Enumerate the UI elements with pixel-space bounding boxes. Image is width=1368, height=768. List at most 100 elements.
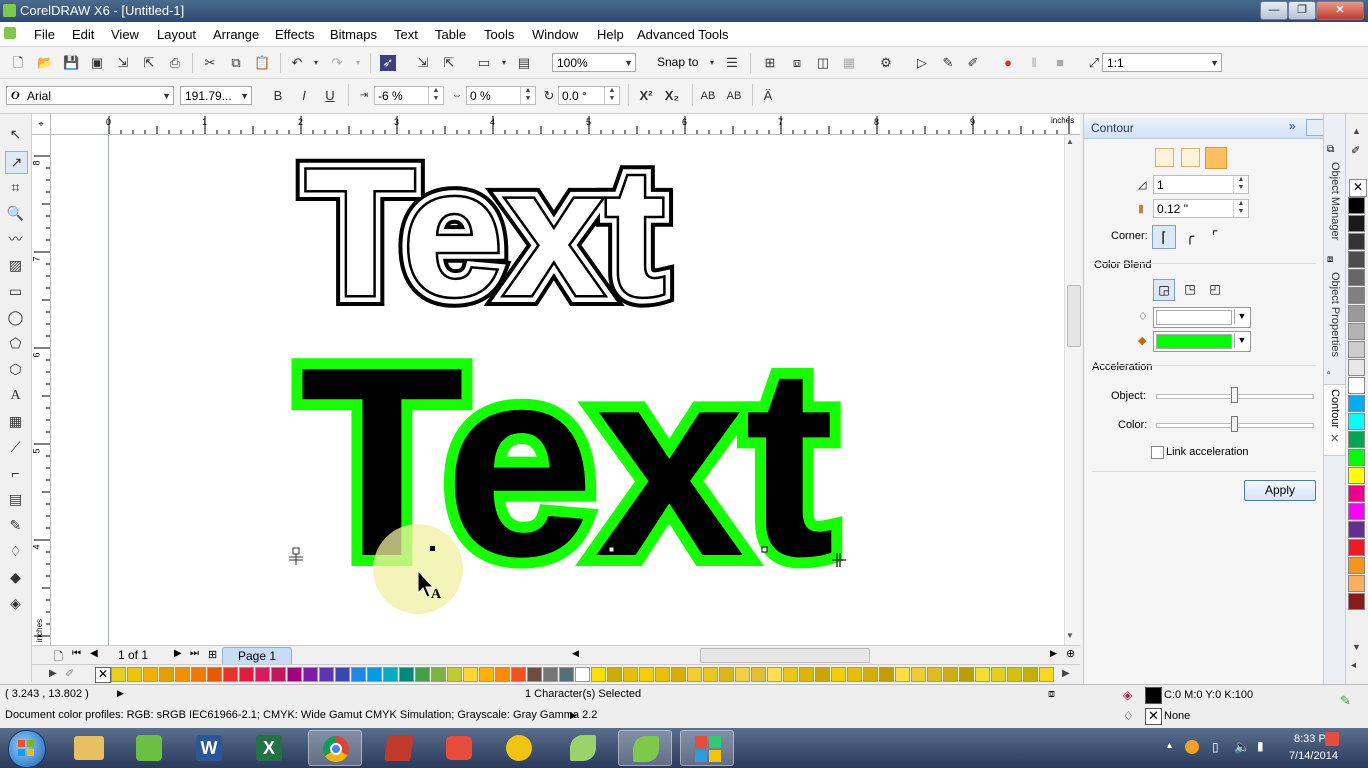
menu-tools[interactable]: Tools xyxy=(484,27,514,42)
first-page-icon[interactable]: ⏮ xyxy=(72,648,81,659)
hpalette-swatch[interactable] xyxy=(367,667,382,682)
color-accel-thumb[interactable] xyxy=(1231,416,1238,432)
tab-close-icon[interactable]: ✕ xyxy=(1330,432,1339,445)
hpalette-swatch[interactable] xyxy=(575,667,590,682)
selection-node-3[interactable] xyxy=(761,546,768,553)
palette-down-icon[interactable]: ▼ xyxy=(1352,642,1361,652)
basic-shapes-icon[interactable]: ⬡ xyxy=(5,359,26,380)
small-caps-icon[interactable]: AB xyxy=(700,88,716,104)
menu-arrange[interactable]: Arrange xyxy=(213,27,259,42)
palette-swatch[interactable] xyxy=(1348,539,1365,556)
stop-macro-icon[interactable]: ■ xyxy=(1052,55,1068,71)
tab-object-properties[interactable]: Object Properties xyxy=(1324,272,1346,362)
table-tool-icon[interactable]: ▦ xyxy=(5,411,26,432)
shape-tool-icon[interactable]: ↗ xyxy=(5,151,28,174)
clock-date[interactable]: 7/14/2014 xyxy=(1289,750,1338,762)
hpalette-swatch[interactable] xyxy=(399,667,414,682)
subscript-icon[interactable]: X₂ xyxy=(664,88,680,104)
pause-macro-icon[interactable]: ‖ xyxy=(1026,55,1042,71)
tab-object-manager[interactable]: Object Manager xyxy=(1324,162,1346,252)
hpalette-swatch[interactable] xyxy=(335,667,350,682)
italic-icon[interactable]: I xyxy=(296,88,312,104)
open-icon[interactable]: 📂 xyxy=(37,55,53,71)
palette-swatch[interactable] xyxy=(1348,395,1365,412)
hpalette-swatch[interactable] xyxy=(175,667,190,682)
scroll-up-icon[interactable]: ▲ xyxy=(1066,137,1074,146)
menu-text[interactable]: Text xyxy=(394,27,418,42)
palette-swatch[interactable] xyxy=(1348,269,1365,286)
menu-table[interactable]: Table xyxy=(435,27,466,42)
font-list-combo[interactable]: Arial ▼ xyxy=(6,86,174,105)
to-center-icon[interactable] xyxy=(1155,148,1174,167)
rectangle-tool-icon[interactable]: ▭ xyxy=(5,281,26,302)
palette-swatch[interactable] xyxy=(1348,233,1365,250)
object-accel-thumb[interactable] xyxy=(1231,387,1238,403)
hpalette-swatch[interactable] xyxy=(687,667,702,682)
export-icon-2[interactable]: ⇱ xyxy=(441,55,457,71)
hpalette-swatch[interactable] xyxy=(207,667,222,682)
round-corner-icon[interactable]: ╭ xyxy=(1179,225,1201,247)
palette-swatch[interactable] xyxy=(1348,287,1365,304)
hpalette-swatch[interactable] xyxy=(591,667,606,682)
hpalette-swatch[interactable] xyxy=(783,667,798,682)
dynamic-guides-icon[interactable]: ⊞ xyxy=(762,55,778,71)
hpalette-swatch[interactable] xyxy=(511,667,526,682)
run-macro-icon[interactable]: ▷ xyxy=(914,55,930,71)
hpalette-swatch[interactable] xyxy=(415,667,430,682)
palette-swatch[interactable] xyxy=(1348,377,1365,394)
macro-manager-icon[interactable]: ⚙ xyxy=(878,55,894,71)
palette-right-icon[interactable]: ▶ xyxy=(1062,668,1070,679)
palette-swatch[interactable] xyxy=(1348,503,1365,520)
eyedropper-tool-icon[interactable]: ✎ xyxy=(5,515,26,536)
fill-swatch[interactable] xyxy=(1145,687,1162,704)
palette-swatch[interactable] xyxy=(1348,467,1365,484)
palette-swatch[interactable] xyxy=(1348,251,1365,268)
palette-no-color[interactable]: ✕ xyxy=(1349,179,1367,197)
profiles-arrow-icon[interactable]: ▶ xyxy=(570,710,577,721)
outline-color-dropdown-icon[interactable]: ▼ xyxy=(1234,309,1249,324)
hpalette-swatch[interactable] xyxy=(799,667,814,682)
hpalette-swatch[interactable] xyxy=(111,667,126,682)
tray-expand-icon[interactable]: ▲ xyxy=(1165,740,1174,750)
network-icon[interactable]: ▮ xyxy=(1257,739,1264,753)
menu-edit[interactable]: Edit xyxy=(72,27,94,42)
menu-layout[interactable]: Layout xyxy=(157,27,196,42)
hpalette-swatch[interactable] xyxy=(351,667,366,682)
apply-button[interactable]: Apply xyxy=(1244,480,1316,501)
hpalette-swatch[interactable] xyxy=(671,667,686,682)
offset-input[interactable]: 0.12 " ▲ ▼ xyxy=(1153,199,1249,218)
hpalette-swatch[interactable] xyxy=(255,667,270,682)
hpalette-swatch[interactable] xyxy=(927,667,942,682)
search-content-icon[interactable]: ➶ xyxy=(380,55,396,71)
bold-icon[interactable]: B xyxy=(270,88,286,104)
hpalette-swatch[interactable] xyxy=(223,667,238,682)
launcher-dropdown-icon[interactable]: ▾ xyxy=(496,55,512,71)
palette-swatch[interactable] xyxy=(1348,413,1365,430)
crop-tool-icon[interactable]: ⌗ xyxy=(5,177,26,198)
taskbar-colorful-app[interactable] xyxy=(680,730,734,766)
ellipse-tool-icon[interactable]: ◯ xyxy=(5,307,26,328)
hpalette-swatch[interactable] xyxy=(911,667,926,682)
menu-window[interactable]: Window xyxy=(532,27,578,42)
superscript-icon[interactable]: X² xyxy=(638,88,654,104)
hpalette-swatch[interactable] xyxy=(559,667,574,682)
hpalette-swatch[interactable] xyxy=(751,667,766,682)
palette-swatch[interactable] xyxy=(1348,323,1365,340)
ruler-origin-icon[interactable]: ⌖ xyxy=(32,114,51,135)
maximize-button[interactable]: ❐ xyxy=(1288,1,1316,20)
selection-node[interactable] xyxy=(430,546,435,551)
freehand-tool-icon[interactable]: 〰 xyxy=(5,229,26,250)
outside-icon[interactable] xyxy=(1205,147,1227,169)
hscroll-left-icon[interactable]: ◀ xyxy=(572,648,579,659)
page-tab-1[interactable]: Page 1 xyxy=(222,647,292,665)
menu-help[interactable]: Help xyxy=(597,27,624,42)
script-icon[interactable]: ✐ xyxy=(965,55,981,71)
align-icon[interactable]: ⧈ xyxy=(789,55,805,71)
hpalette-swatch[interactable] xyxy=(1023,667,1038,682)
hpalette-swatch[interactable] xyxy=(719,667,734,682)
cut-icon[interactable]: ✂ xyxy=(202,55,218,71)
palette-swatch[interactable] xyxy=(1348,305,1365,322)
hpalette-swatch[interactable] xyxy=(991,667,1006,682)
inside-icon[interactable] xyxy=(1181,148,1200,167)
scroll-down-icon[interactable]: ▼ xyxy=(1066,631,1074,640)
